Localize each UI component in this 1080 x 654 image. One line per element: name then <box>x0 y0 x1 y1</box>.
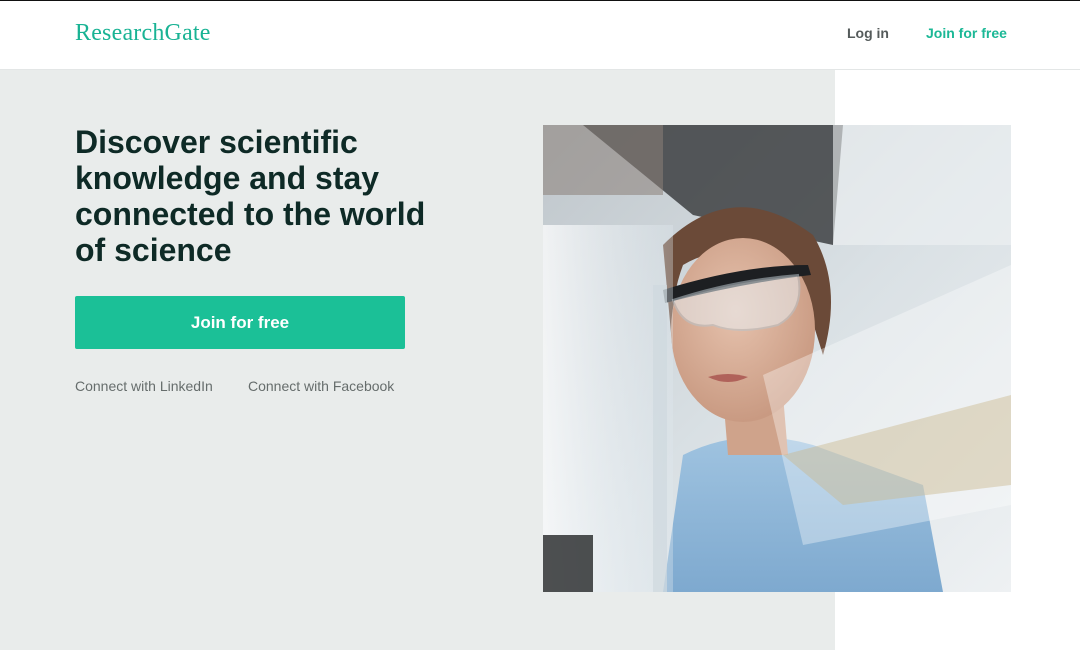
site-header: ResearchGate Log in Join for free <box>0 1 1080 70</box>
landing-page: ResearchGate Log in Join for free Discov… <box>0 0 1080 654</box>
lab-scene-illustration <box>543 125 1011 592</box>
headline-line: connected to the world <box>75 196 426 232</box>
researchgate-logo[interactable]: ResearchGate <box>75 20 211 47</box>
connect-linkedin-link[interactable]: Connect with LinkedIn <box>75 378 213 394</box>
join-for-free-button[interactable]: Join for free <box>75 296 405 349</box>
headline-line: of science <box>75 232 232 268</box>
hero-headline: Discover scientific knowledge and stay c… <box>75 124 495 268</box>
scientist-lab-photo <box>543 125 1011 592</box>
join-for-free-link[interactable]: Join for free <box>926 25 1007 41</box>
headline-line: knowledge and stay <box>75 160 380 196</box>
headline-line: Discover scientific <box>75 124 358 160</box>
login-link[interactable]: Log in <box>847 25 889 41</box>
connect-facebook-link[interactable]: Connect with Facebook <box>248 378 394 394</box>
